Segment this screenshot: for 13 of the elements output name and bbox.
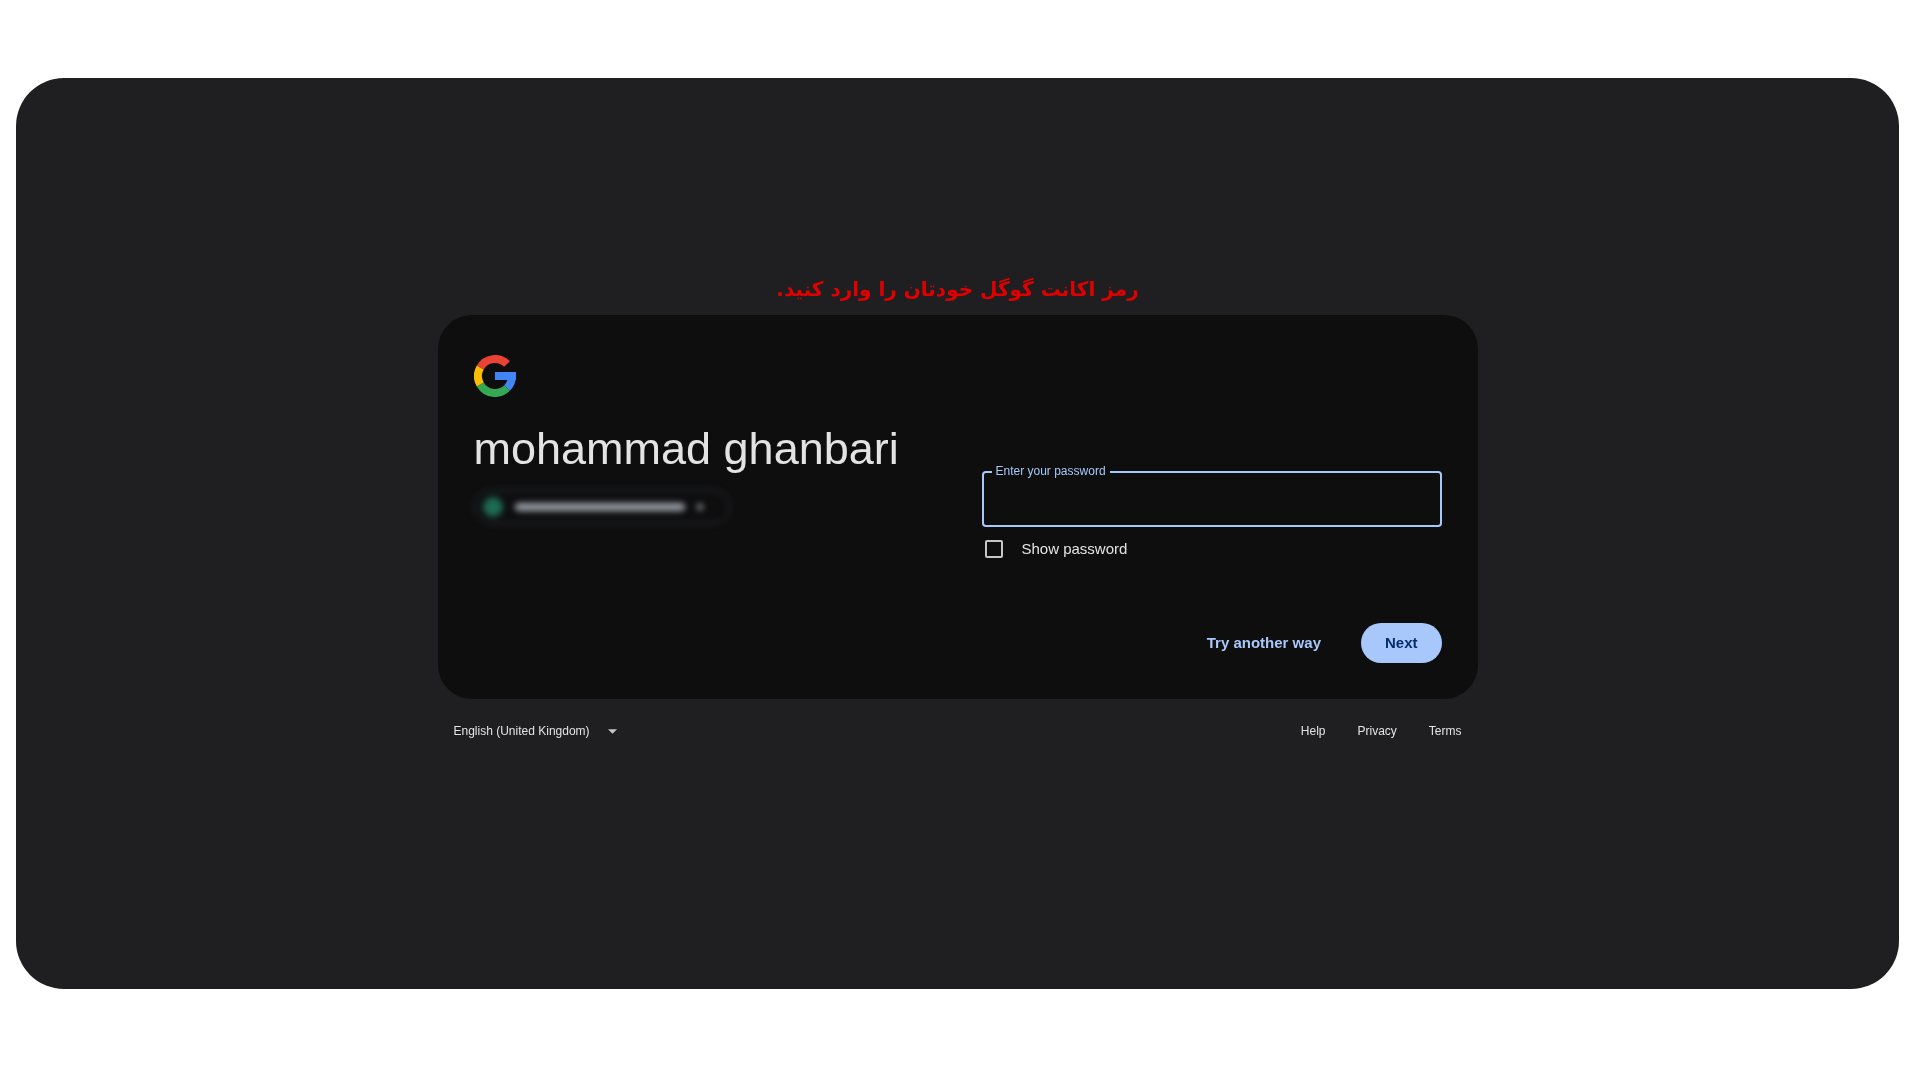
checkbox[interactable] [984,540,1003,558]
language-selector[interactable]: English (United Kingdom) [453,719,617,743]
field-label: Enter your password [991,463,1110,479]
instruction-text: رمز اکانت گوگل خودتان را وارد کنید. [776,276,1139,303]
checkbox-label: Show password [1021,539,1128,559]
footer-link[interactable]: Help [1300,722,1326,740]
secondary-action[interactable]: Try another way [1190,623,1337,663]
caret-down-icon [607,728,617,734]
account-name: mohammad ghanbari [473,423,899,475]
next-button[interactable]: Next [1361,623,1442,663]
g-logo-icon [473,355,516,397]
footer-link[interactable]: Terms [1428,722,1462,740]
footer-link[interactable]: Privacy [1357,722,1397,740]
